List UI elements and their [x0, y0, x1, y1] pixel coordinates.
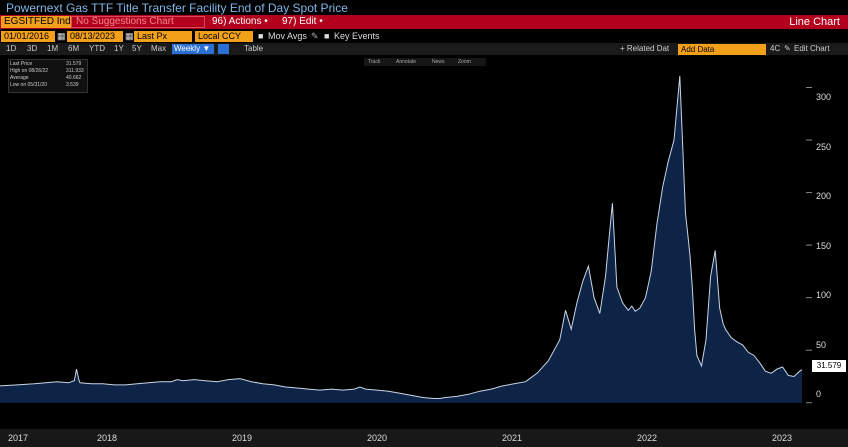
legend-label-high: High on 08/26/22 [10, 68, 49, 74]
legend-value-last-price: 31.579 [66, 61, 82, 67]
legend-value-low: 3.539 [66, 82, 79, 88]
range-button-1y[interactable]: 1Y [114, 44, 124, 54]
last-price-tag: 31.579 [812, 360, 846, 372]
actions-menu-button[interactable]: 96) Actions • [212, 16, 268, 28]
y-tick-label: 150 [816, 241, 832, 251]
checkbox-icon[interactable]: ■ [258, 31, 263, 42]
key-events-toggle[interactable]: Key Events [334, 31, 380, 42]
pencil-icon[interactable]: ✎ [311, 31, 319, 42]
price-chart [0, 75, 812, 404]
x-tick-label: 2023 [772, 433, 793, 443]
field-select[interactable]: Last Px [134, 31, 192, 42]
related-data-button[interactable]: + Related Dat [620, 44, 669, 54]
y-tick-label: 0 [816, 389, 822, 399]
start-date-field[interactable]: 01/01/2016 [1, 31, 55, 42]
x-tick-label: 2021 [502, 433, 523, 443]
edit-chart-button[interactable]: Edit Chart [794, 44, 830, 54]
legend-label-average: Average [10, 75, 29, 81]
collapse-icon[interactable]: 4C [770, 44, 780, 54]
x-tick-label: 2017 [8, 433, 29, 443]
add-data-input[interactable]: Add Data [678, 44, 766, 55]
range-button-3d[interactable]: 3D [27, 44, 37, 54]
table-button[interactable]: Table [244, 44, 263, 54]
frequency-select[interactable]: Weekly ▼ [172, 44, 214, 54]
calendar-icon[interactable]: ▦ [125, 31, 134, 42]
window-title: Powernext Gas TTF Title Transfer Facilit… [6, 1, 348, 15]
y-tick-label: 250 [816, 142, 832, 152]
range-button-1m[interactable]: 1M [47, 44, 58, 54]
chart-type-label: Line Chart [789, 16, 840, 28]
x-tick-label: 2018 [97, 433, 118, 443]
range-button-ytd[interactable]: YTD [89, 44, 105, 54]
end-date-field[interactable]: 08/13/2023 [67, 31, 123, 42]
calendar-icon[interactable]: ▦ [57, 31, 66, 42]
legend-label-low: Low on 05/31/20 [10, 82, 47, 88]
y-tick-label: 100 [816, 290, 832, 300]
y-tick-label: 300 [816, 92, 832, 102]
range-button-6m[interactable]: 6M [68, 44, 79, 54]
currency-select[interactable]: Local CCY [195, 31, 253, 42]
frequency-label: Weekly [174, 44, 201, 53]
mov-avgs-toggle[interactable]: Mov Avgs [268, 31, 307, 42]
x-tick-label: 2020 [367, 433, 388, 443]
legend-value-average: 40.662 [66, 75, 82, 81]
y-tick-label: 50 [816, 340, 827, 350]
checkbox-icon[interactable]: ■ [324, 31, 329, 42]
edit-menu-button[interactable]: 97) Edit • [282, 16, 323, 28]
pencil-icon[interactable]: ✎ [784, 44, 791, 54]
security-input[interactable]: No Suggestions Chart [71, 16, 205, 28]
range-button-5y[interactable]: 5Y [132, 44, 142, 54]
legend-label-last-price: Last Price [10, 61, 33, 67]
x-axis [0, 429, 848, 447]
range-button-max[interactable]: Max [151, 44, 166, 54]
range-button-1d[interactable]: 1D [6, 44, 16, 54]
x-tick-label: 2022 [637, 433, 658, 443]
y-tick-label: 200 [816, 191, 832, 201]
legend-value-high: 311.933 [66, 68, 84, 74]
chart-icon[interactable] [218, 44, 229, 54]
x-tick-label: 2019 [232, 433, 253, 443]
